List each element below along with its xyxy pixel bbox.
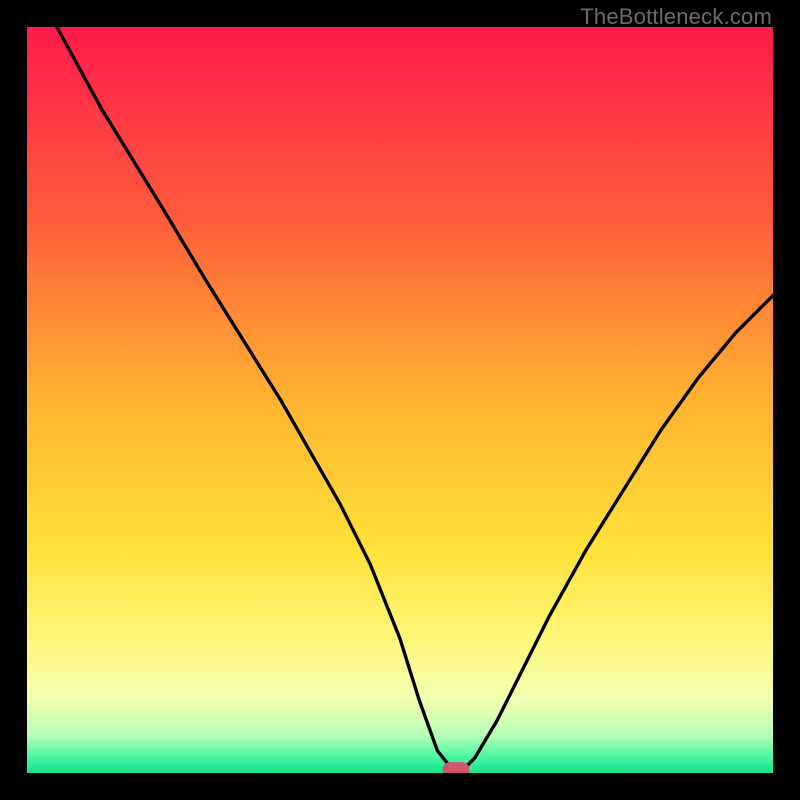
curve-layer — [27, 27, 773, 773]
curve-minimum-marker — [443, 762, 470, 773]
attribution-text: TheBottleneck.com — [580, 4, 772, 30]
plot-area — [27, 27, 773, 773]
chart-stage: TheBottleneck.com — [0, 0, 800, 800]
bottleneck-curve — [57, 27, 773, 769]
